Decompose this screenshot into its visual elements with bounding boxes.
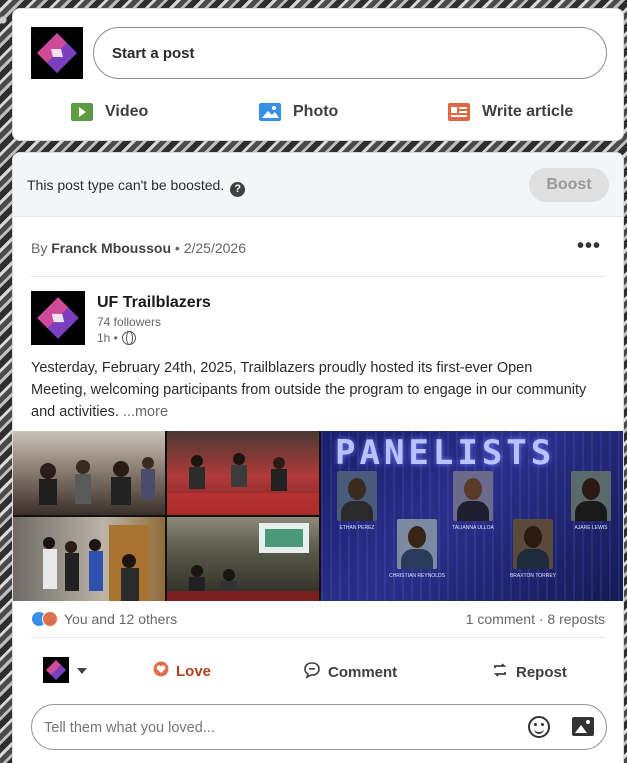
comment-icon <box>303 661 321 683</box>
post-media[interactable]: PANELISTS ETHAN PEREZ TALIANNA ULLOA AJA… <box>13 431 623 601</box>
panelist-photo <box>337 471 377 521</box>
see-more-link[interactable]: ...more <box>123 404 168 420</box>
boost-bar: This post type can't be boosted.? Boost <box>13 153 623 217</box>
org-followers: 74 followers <box>97 315 162 329</box>
love-icon <box>153 661 169 681</box>
company-logo[interactable] <box>31 27 83 79</box>
start-post-input[interactable]: Start a post <box>93 27 607 79</box>
comment-input[interactable] <box>44 716 504 740</box>
byline-author[interactable]: Franck Mboussou <box>51 240 171 256</box>
byline-prefix: By <box>31 240 48 256</box>
article-icon <box>448 103 470 121</box>
panelist-name: CHRISTIAN REYNOLDS <box>389 573 445 579</box>
panelist-name: BRAXTON TORREY <box>509 573 557 579</box>
post-time-text: 1h • <box>97 331 118 345</box>
panelist-photo <box>571 471 611 521</box>
panelist-photo <box>453 471 493 521</box>
boost-notice-text: This post type can't be boosted. <box>27 177 225 193</box>
emoji-icon[interactable] <box>528 716 550 738</box>
more-options-icon[interactable]: ••• <box>577 235 601 258</box>
write-article-label: Write article <box>482 103 574 120</box>
video-icon <box>71 103 93 121</box>
repost-icon <box>491 661 509 683</box>
panelist-name: ETHAN PEREZ <box>339 525 375 531</box>
comment-box <box>31 704 607 750</box>
start-post-label: Start a post <box>112 44 195 62</box>
video-button[interactable]: Video <box>71 99 148 125</box>
globe-icon <box>121 331 136 345</box>
repost-label: Repost <box>516 663 567 681</box>
post-text: Yesterday, February 24th, 2025, Trailbla… <box>31 360 587 420</box>
reactions-summary[interactable]: You and 12 others <box>31 611 177 627</box>
help-icon[interactable]: ? <box>230 182 246 197</box>
byline-date: 2/25/2026 <box>183 240 247 256</box>
write-article-button[interactable]: Write article <box>448 99 573 125</box>
panelist-name: AJARE LEWIS <box>574 525 608 531</box>
image-icon[interactable] <box>572 717 594 736</box>
compose-card: Start a post Video Photo Write article <box>12 8 624 141</box>
post-card: This post type can't be boosted.? Boost … <box>12 152 624 763</box>
post-stats[interactable]: 1 comment · 8 reposts <box>466 611 605 627</box>
boost-notice: This post type can't be boosted.? <box>27 177 246 197</box>
photo-icon <box>259 103 281 121</box>
reactions-text: You and 12 others <box>64 611 178 627</box>
panelist-name: TALIANNA ULLOA <box>452 525 494 531</box>
love-reaction-icon <box>42 611 58 627</box>
video-label: Video <box>105 103 149 120</box>
divider <box>31 637 605 638</box>
event-photo[interactable] <box>13 431 165 515</box>
photo-label: Photo <box>293 103 339 120</box>
event-photo[interactable] <box>167 431 319 515</box>
byline-separator: • <box>174 240 180 256</box>
event-photo[interactable] <box>13 517 165 601</box>
comment-button[interactable]: Comment <box>303 661 397 683</box>
love-label: Love <box>176 662 212 680</box>
org-name[interactable]: UF Trailblazers <box>97 294 211 312</box>
comment-label: Comment <box>328 663 398 681</box>
chevron-down-icon[interactable] <box>77 668 87 674</box>
repost-button[interactable]: Repost <box>491 661 567 683</box>
panelist-photo <box>397 519 437 569</box>
org-logo[interactable] <box>31 291 85 345</box>
panelists-title: PANELISTS <box>335 433 556 473</box>
love-button[interactable]: Love <box>153 661 211 681</box>
post-actions: Love Comment Repost <box>13 649 623 693</box>
divider <box>31 276 605 277</box>
byline: By Franck Mboussou • 2/25/2026 <box>31 240 246 256</box>
panelist-photo <box>513 519 553 569</box>
event-photo[interactable] <box>167 517 319 601</box>
boost-button[interactable]: Boost <box>529 168 609 202</box>
photo-button[interactable]: Photo <box>259 99 338 125</box>
panelists-graphic[interactable]: PANELISTS ETHAN PEREZ TALIANNA ULLOA AJA… <box>321 431 623 601</box>
post-time: 1h • <box>97 331 136 345</box>
actor-avatar[interactable] <box>43 657 69 683</box>
post-body: Yesterday, February 24th, 2025, Trailbla… <box>31 357 591 423</box>
